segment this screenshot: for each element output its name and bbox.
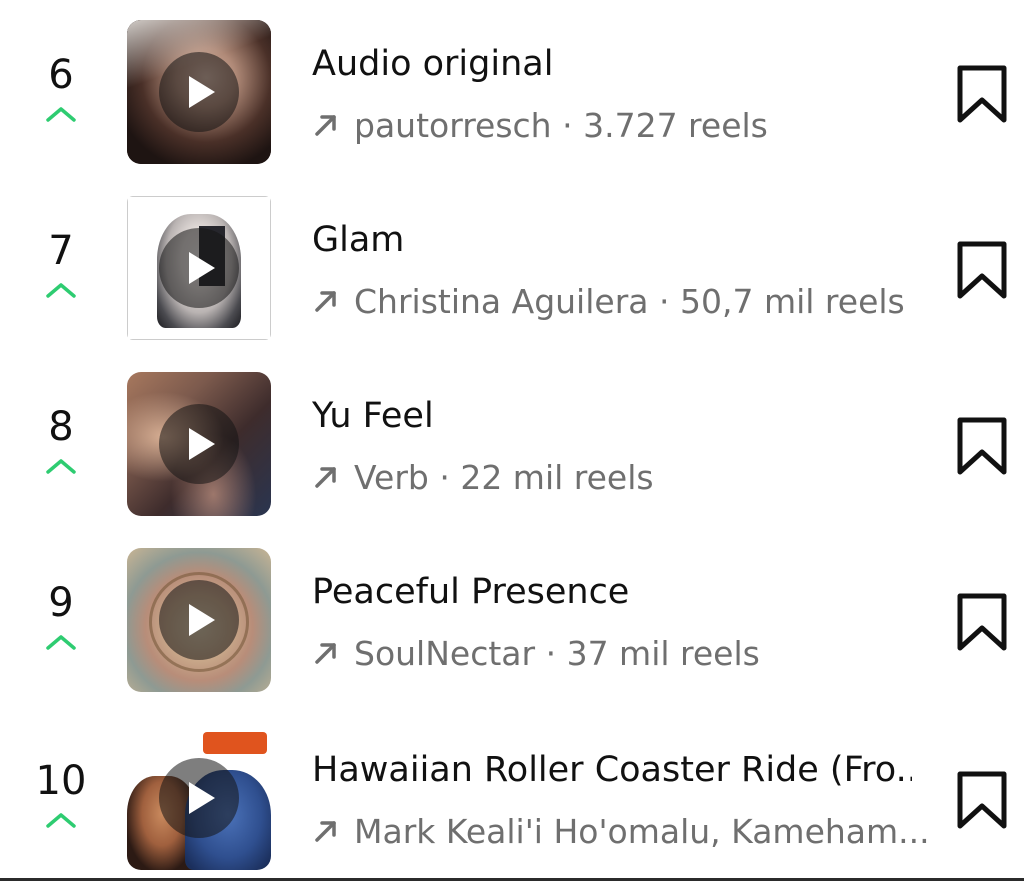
- play-icon[interactable]: [159, 404, 239, 484]
- rank-number: 9: [48, 580, 74, 626]
- meta-separator: ·: [428, 458, 461, 497]
- play-icon[interactable]: [159, 580, 239, 660]
- trending-audio-list: 6 Audio original pautorresch · 3.727 ree…: [0, 0, 1024, 881]
- artist-name[interactable]: Christina Aguilera: [354, 282, 649, 321]
- trending-arrow-icon: [315, 821, 336, 842]
- bookmark-icon[interactable]: [954, 416, 1010, 476]
- reels-count: 37 mil reels: [566, 634, 760, 673]
- reels-count: 50,7 mil reels: [679, 282, 905, 321]
- trend-up-icon: [46, 283, 76, 298]
- reels-count: 3.727 reels: [583, 106, 768, 145]
- trending-arrow-icon: [315, 291, 336, 312]
- play-icon[interactable]: [159, 52, 239, 132]
- bookmark-icon[interactable]: [954, 592, 1010, 652]
- trend-up-icon: [46, 107, 76, 122]
- list-item[interactable]: 9 Peaceful Presence SoulNectar · 37 mil …: [0, 528, 1024, 692]
- audio-thumbnail[interactable]: [127, 548, 271, 692]
- list-item[interactable]: 7 Glam Christina Aguilera · 50,7 mil ree…: [0, 176, 1024, 340]
- trending-arrow-icon: [315, 643, 336, 664]
- artist-name[interactable]: Verb: [354, 458, 429, 497]
- audio-title[interactable]: Audio original: [312, 42, 912, 86]
- trend-up-icon: [46, 635, 76, 650]
- trend-up-icon: [46, 813, 76, 828]
- artist-name[interactable]: pautorresch: [354, 106, 552, 145]
- audio-title[interactable]: Peaceful Presence: [312, 570, 912, 614]
- audio-meta: Mark Keali'i Ho'omalu, Kameham...: [312, 810, 938, 854]
- audio-title[interactable]: Hawaiian Roller Coaster Ride (Fro...: [312, 748, 912, 792]
- audio-thumbnail[interactable]: [127, 20, 271, 164]
- rank-number: 10: [35, 758, 87, 804]
- meta-separator: ·: [648, 282, 680, 321]
- reels-count: 22 mil reels: [460, 458, 654, 497]
- play-icon[interactable]: [159, 758, 239, 838]
- artist-name[interactable]: SoulNectar: [354, 634, 535, 673]
- meta-separator: ·: [535, 634, 567, 673]
- audio-meta: Verb · 22 mil reels: [312, 456, 938, 500]
- list-item[interactable]: 10 Hawaiian Roller Coaster Ride (Fro... …: [0, 706, 1024, 870]
- audio-title[interactable]: Glam: [312, 218, 912, 262]
- bookmark-icon[interactable]: [954, 64, 1010, 124]
- list-item[interactable]: 8 Yu Feel Verb · 22 mil reels: [0, 352, 1024, 516]
- bookmark-icon[interactable]: [954, 240, 1010, 300]
- audio-thumbnail[interactable]: [127, 196, 271, 340]
- play-icon[interactable]: [159, 228, 239, 308]
- audio-meta: Christina Aguilera · 50,7 mil reels: [312, 280, 938, 324]
- rank-number: 7: [48, 228, 74, 274]
- audio-thumbnail[interactable]: [127, 726, 271, 870]
- trending-arrow-icon: [315, 115, 336, 136]
- trend-up-icon: [46, 459, 76, 474]
- meta-separator: ·: [551, 106, 584, 145]
- list-item[interactable]: 6 Audio original pautorresch · 3.727 ree…: [0, 0, 1024, 164]
- audio-title[interactable]: Yu Feel: [312, 394, 912, 438]
- audio-meta: SoulNectar · 37 mil reels: [312, 632, 938, 676]
- audio-meta: pautorresch · 3.727 reels: [312, 104, 938, 148]
- rank-number: 6: [48, 52, 74, 98]
- artist-name[interactable]: Mark Keali'i Ho'omalu, Kameham...: [354, 812, 930, 851]
- trending-arrow-icon: [315, 467, 336, 488]
- bookmark-icon[interactable]: [954, 770, 1010, 830]
- audio-thumbnail[interactable]: [127, 372, 271, 516]
- rank-number: 8: [48, 404, 74, 450]
